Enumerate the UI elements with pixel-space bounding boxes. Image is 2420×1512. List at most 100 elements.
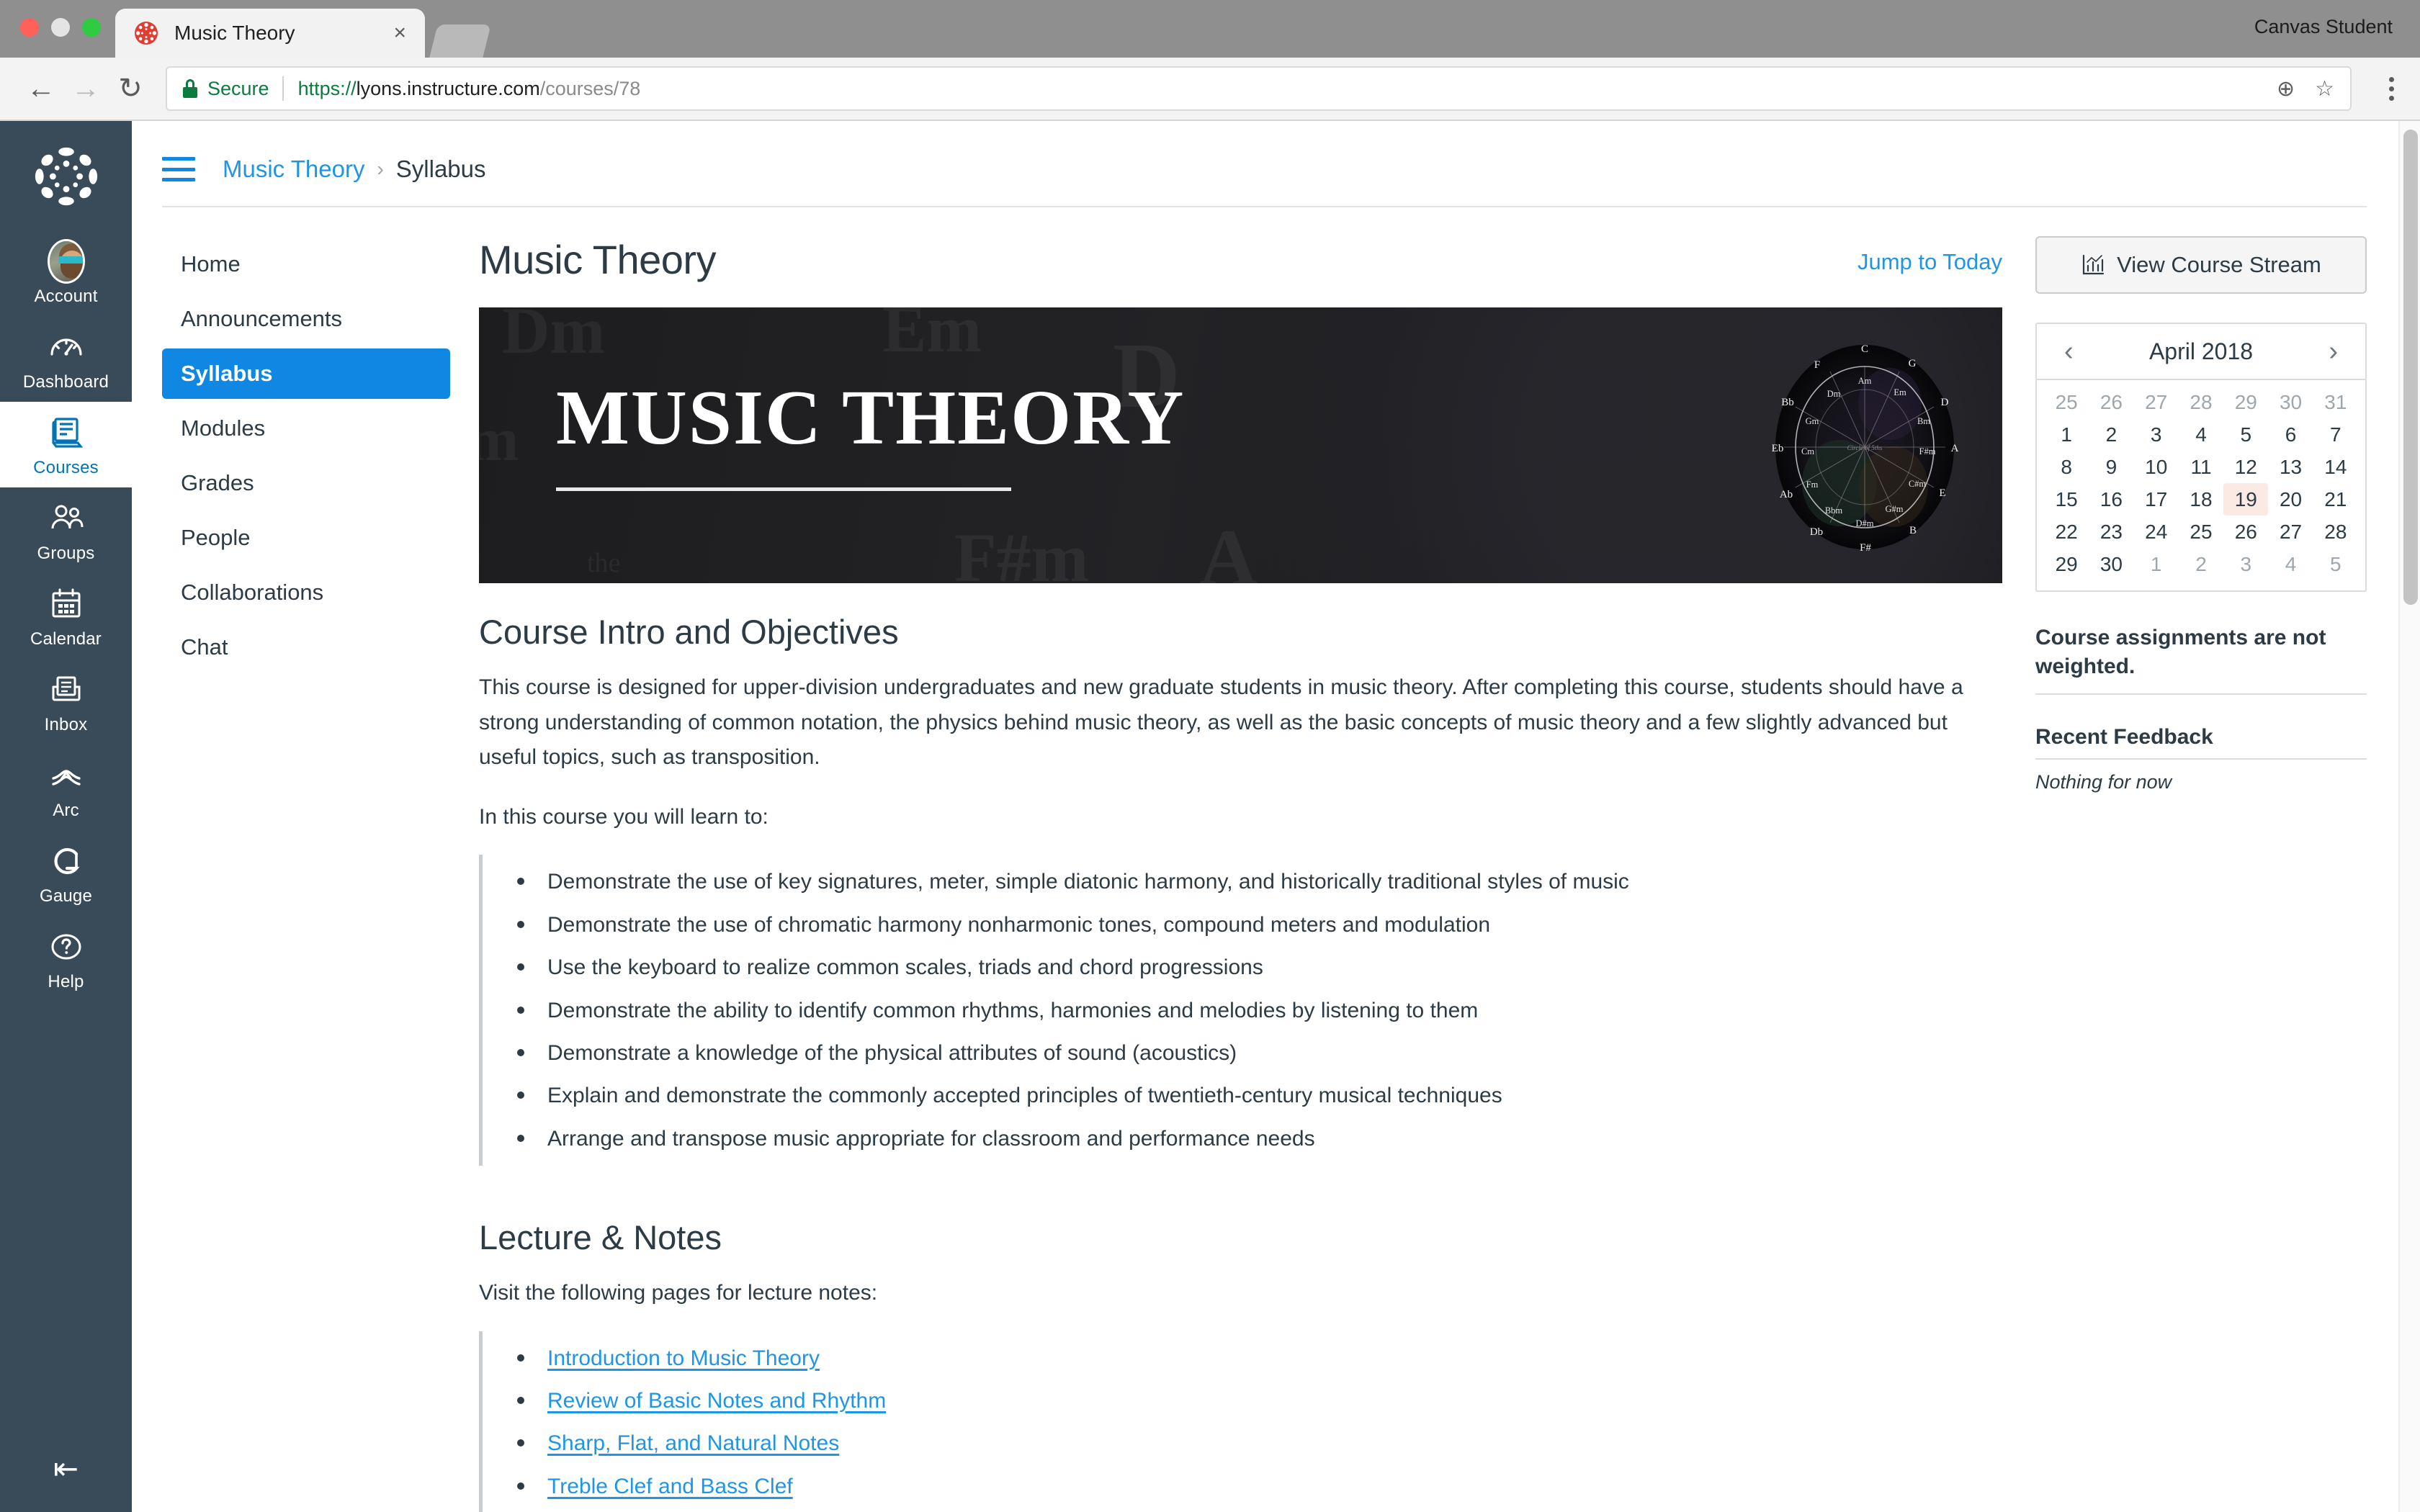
calendar-day[interactable]: 7 [2313, 418, 2358, 451]
global-nav-label: Arc [53, 801, 79, 820]
collapse-nav-icon[interactable]: ⇤ [0, 1451, 132, 1486]
calendar-day[interactable]: 28 [2179, 386, 2223, 418]
jump-to-today-link[interactable]: Jump to Today [1857, 249, 2002, 275]
breadcrumb-course-link[interactable]: Music Theory [223, 156, 364, 183]
zoom-in-icon[interactable]: ⊕ [2277, 76, 2295, 102]
course-nav-item-announcements[interactable]: Announcements [162, 294, 450, 344]
calendar-day[interactable]: 22 [2044, 516, 2089, 548]
global-nav-item-account[interactable]: Account [0, 230, 132, 316]
lecture-note-link[interactable]: Review of Basic Notes and Rhythm [547, 1389, 886, 1413]
calendar-day[interactable]: 31 [2313, 386, 2358, 418]
browser-tab-title: Music Theory [174, 22, 295, 44]
lecture-notes-list: Introduction to Music Theory Review of B… [483, 1337, 2002, 1508]
canvas-logo[interactable] [31, 141, 102, 212]
calendar-day[interactable]: 12 [2223, 451, 2268, 483]
course-nav-item-chat[interactable]: Chat [162, 622, 450, 672]
course-nav-item-collaborations[interactable]: Collaborations [162, 567, 450, 618]
calendar-day[interactable]: 27 [2134, 386, 2179, 418]
calendar-day[interactable]: 17 [2134, 483, 2179, 516]
calendar-day[interactable]: 15 [2044, 483, 2089, 516]
hamburger-menu-icon[interactable] [162, 157, 195, 181]
objectives-list: Demonstrate the use of key signatures, m… [483, 860, 2002, 1160]
course-nav-item-home[interactable]: Home [162, 239, 450, 289]
calendar-day[interactable]: 5 [2223, 418, 2268, 451]
calendar-day[interactable]: 1 [2044, 418, 2089, 451]
calendar-day[interactable]: 30 [2268, 386, 2313, 418]
calendar-day[interactable]: 9 [2089, 451, 2133, 483]
global-nav-label: Dashboard [22, 372, 109, 392]
bookmark-star-icon[interactable]: ☆ [2315, 76, 2334, 102]
reload-button[interactable]: ↻ [108, 66, 153, 111]
calendar-day[interactable]: 6 [2268, 418, 2313, 451]
scrollbar-thumb[interactable] [2403, 130, 2418, 605]
lecture-note-link[interactable]: Treble Clef and Bass Clef [547, 1475, 793, 1498]
global-nav-item-groups[interactable]: Groups [0, 487, 132, 573]
calendar-day[interactable]: 26 [2089, 386, 2133, 418]
calendar-day[interactable]: 25 [2179, 516, 2223, 548]
calendar-day[interactable]: 14 [2313, 451, 2358, 483]
global-nav-item-gauge[interactable]: Gauge [0, 830, 132, 916]
page-scrollbar[interactable] [2398, 121, 2420, 1512]
calendar-day[interactable]: 26 [2223, 516, 2268, 548]
calendar-day[interactable]: 13 [2268, 451, 2313, 483]
calendar-day[interactable]: 4 [2179, 418, 2223, 451]
calendar-day[interactable]: 20 [2268, 483, 2313, 516]
calendar-day[interactable]: 2 [2089, 418, 2133, 451]
course-nav-item-modules[interactable]: Modules [162, 403, 450, 454]
global-nav-item-courses[interactable]: Courses [0, 402, 132, 487]
back-button[interactable]: ← [19, 66, 63, 111]
course-nav-item-syllabus[interactable]: Syllabus [162, 348, 450, 399]
calendar-day[interactable]: 23 [2089, 516, 2133, 548]
calendar-day[interactable]: 4 [2268, 548, 2313, 580]
calendar-day[interactable]: 11 [2179, 451, 2223, 483]
calendar-day[interactable]: 24 [2134, 516, 2179, 548]
calendar-next-month-icon[interactable]: › [2318, 336, 2348, 367]
global-nav-item-dashboard[interactable]: Dashboard [0, 316, 132, 402]
calendar-day[interactable]: 16 [2089, 483, 2133, 516]
lecture-note-link[interactable]: Introduction to Music Theory [547, 1346, 820, 1370]
svg-text:Bb: Bb [1781, 397, 1794, 408]
browser-tab[interactable]: Music Theory × [115, 9, 425, 58]
address-bar[interactable]: Secure https://lyons.instructure.com/cou… [166, 66, 2352, 111]
circle-of-fifths-diagram: C G D A E B F# Db Ab Eb Bb F Am Em Bm F#m C#m G#m D#… [1772, 343, 1959, 554]
new-tab-button[interactable] [429, 24, 491, 58]
calendar-day-today[interactable]: 19 [2223, 483, 2269, 516]
calendar-header: ‹ April 2018 › [2037, 324, 2365, 380]
calendar-day[interactable]: 3 [2223, 548, 2268, 580]
calendar-day[interactable]: 30 [2089, 548, 2133, 580]
close-tab-button[interactable]: × [393, 22, 406, 44]
calendar-day[interactable]: 18 [2179, 483, 2223, 516]
lecture-note-link[interactable]: Sharp, Flat, and Natural Notes [547, 1431, 839, 1455]
calendar-day[interactable]: 10 [2134, 451, 2179, 483]
global-nav-item-help[interactable]: Help [0, 916, 132, 1002]
calendar-prev-month-icon[interactable]: ‹ [2054, 336, 2084, 367]
course-nav-item-grades[interactable]: Grades [162, 458, 450, 508]
calendar-day[interactable]: 29 [2044, 548, 2089, 580]
calendar-day[interactable]: 27 [2268, 516, 2313, 548]
list-item: Use the keyboard to realize common scale… [483, 946, 2002, 989]
browser-menu-button[interactable] [2382, 76, 2401, 101]
calendar-day[interactable]: 28 [2313, 516, 2358, 548]
calendar-day[interactable]: 21 [2313, 483, 2358, 516]
close-window-button[interactable] [20, 18, 39, 37]
global-nav-label: Groups [37, 544, 95, 563]
svg-text:F#: F# [1860, 542, 1871, 554]
view-course-stream-button[interactable]: View Course Stream [2035, 236, 2367, 294]
global-nav-item-calendar[interactable]: Calendar [0, 573, 132, 659]
course-nav-item-people[interactable]: People [162, 513, 450, 563]
lock-icon [183, 79, 197, 98]
svg-text:Db: Db [1810, 526, 1823, 538]
global-nav-item-arc[interactable]: Arc [0, 744, 132, 830]
calendar-day[interactable]: 29 [2223, 386, 2268, 418]
maximize-window-button[interactable] [82, 18, 101, 37]
forward-button[interactable]: → [63, 66, 108, 111]
calendar-day[interactable]: 25 [2044, 386, 2089, 418]
calendar-day[interactable]: 2 [2179, 548, 2223, 580]
calendar-day[interactable]: 3 [2134, 418, 2179, 451]
global-nav-item-inbox[interactable]: Inbox [0, 659, 132, 744]
minimize-window-button[interactable] [51, 18, 70, 37]
svg-text:Gm: Gm [1806, 416, 1819, 426]
calendar-day[interactable]: 8 [2044, 451, 2089, 483]
calendar-day[interactable]: 1 [2134, 548, 2179, 580]
calendar-day[interactable]: 5 [2313, 548, 2358, 580]
